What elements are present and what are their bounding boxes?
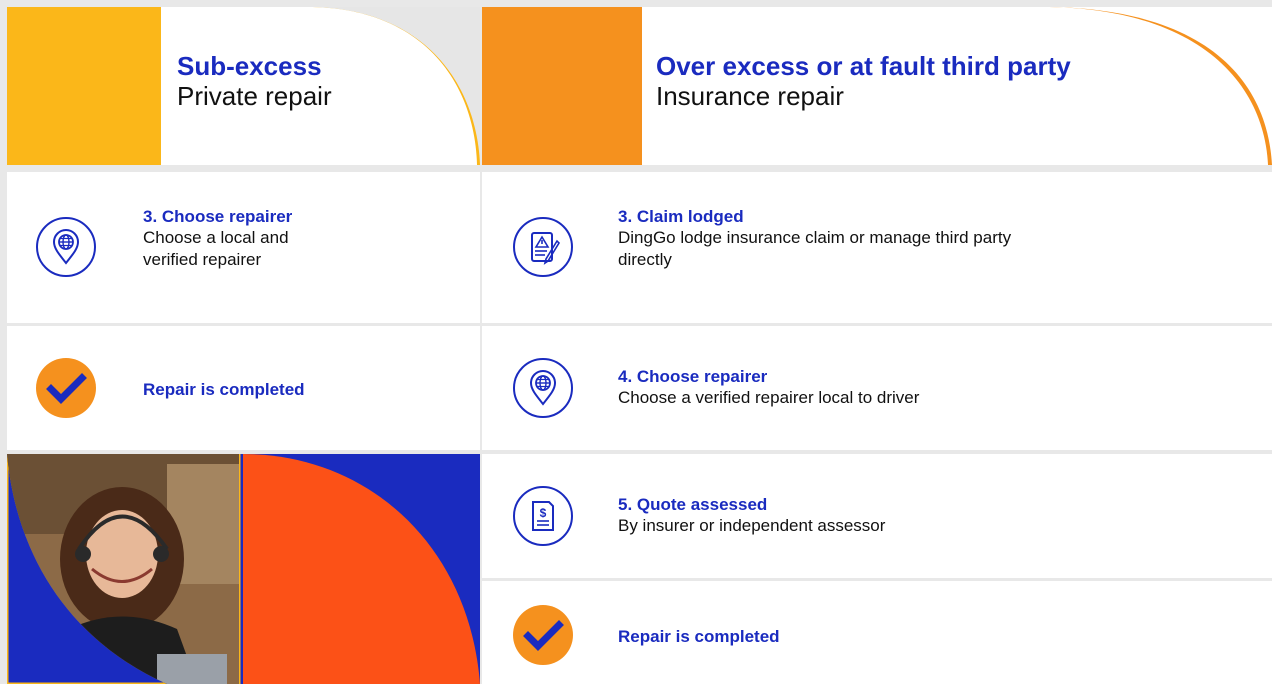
check-icon bbox=[513, 605, 573, 665]
location-globe-icon bbox=[36, 217, 96, 277]
step-title: 3. Claim lodged bbox=[618, 207, 744, 226]
location-globe-icon bbox=[513, 358, 573, 418]
step-description: DingGo lodge insurance claim or manage t… bbox=[618, 228, 1012, 247]
step-description: Choose a local and bbox=[143, 228, 289, 247]
claim-form-icon bbox=[513, 217, 573, 277]
step-title: 5. Quote assessed bbox=[618, 495, 768, 514]
right-step-repair-completed: Repair is completed bbox=[482, 581, 1272, 684]
left-header-subtitle: Private repair bbox=[177, 81, 332, 111]
left-header: Sub-excess Private repair bbox=[7, 7, 480, 165]
right-header: Over excess or at fault third party Insu… bbox=[482, 7, 1272, 165]
left-header-title: Sub-excess bbox=[177, 51, 322, 81]
right-step-quote-assessed: $ 5. Quote assessed By insurer or indepe… bbox=[482, 454, 1272, 578]
support-agent-photo-block bbox=[7, 454, 480, 684]
right-header-subtitle: Insurance repair bbox=[656, 81, 844, 111]
step-title: Repair is completed bbox=[143, 380, 305, 399]
right-step-claim-lodged: 3. Claim lodged DingGo lodge insurance c… bbox=[482, 172, 1272, 323]
quote-document-icon: $ bbox=[513, 486, 573, 546]
right-step-choose-repairer: 4. Choose repairer Choose a verified rep… bbox=[482, 326, 1272, 450]
step-description: Choose a verified repairer local to driv… bbox=[618, 388, 920, 407]
step-description: By insurer or independent assessor bbox=[618, 516, 886, 535]
svg-text:$: $ bbox=[540, 506, 547, 520]
left-step-choose-repairer: 3. Choose repairer Choose a local and ve… bbox=[7, 172, 480, 323]
left-step-repair-completed: Repair is completed bbox=[7, 326, 480, 450]
step-title: 4. Choose repairer bbox=[618, 367, 768, 386]
check-icon bbox=[36, 358, 96, 418]
step-description: directly bbox=[618, 250, 672, 269]
step-title: Repair is completed bbox=[618, 627, 780, 646]
step-description: verified repairer bbox=[143, 250, 262, 269]
step-title: 3. Choose repairer bbox=[143, 207, 293, 226]
support-agent-illustration bbox=[7, 454, 239, 684]
right-header-title: Over excess or at fault third party bbox=[656, 51, 1071, 81]
